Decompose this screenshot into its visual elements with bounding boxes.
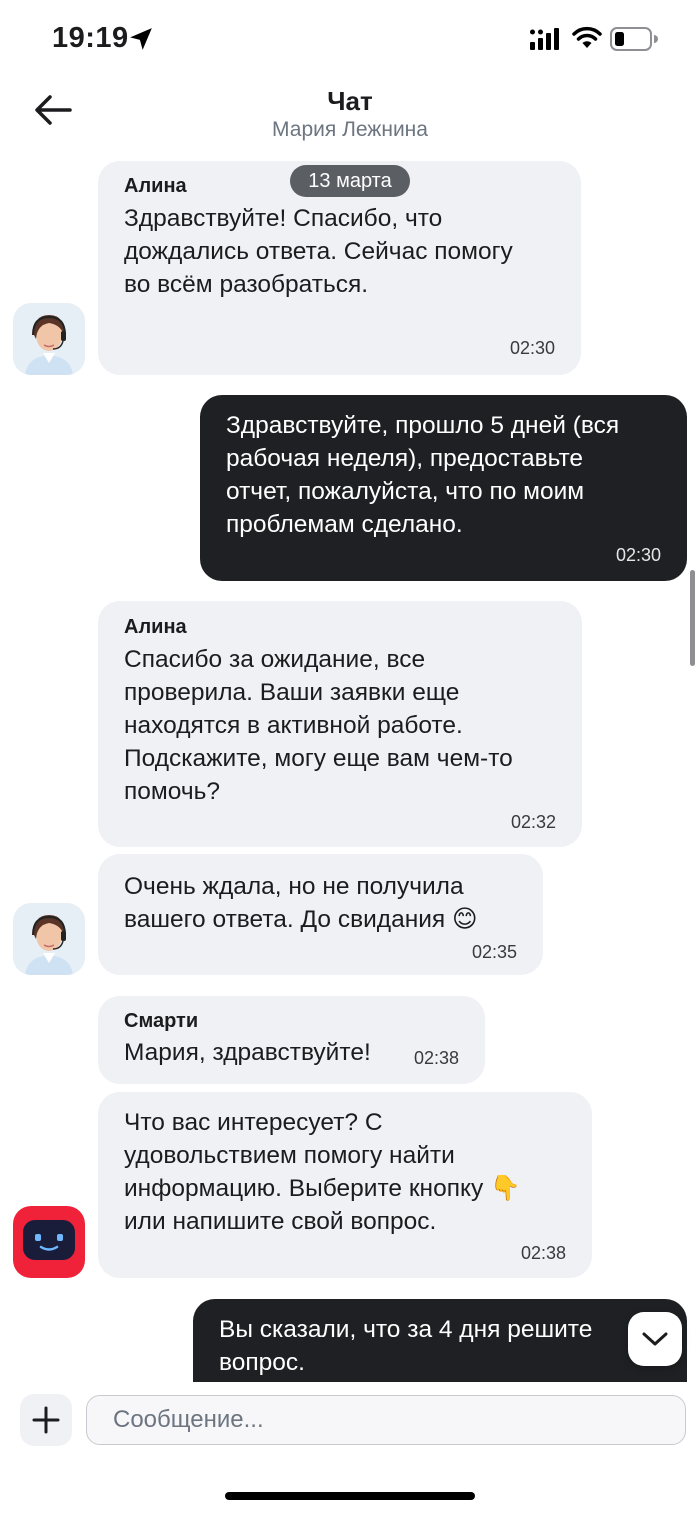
add-attachment-button[interactable]: [20, 1394, 72, 1446]
message-outgoing: Здравствуйте, прошло 5 дней (вся рабочая…: [200, 395, 687, 581]
message-time: 02:30: [615, 545, 661, 565]
message-text: Здравствуйте! Спасибо, что дождались отв…: [124, 205, 513, 298]
message-text: Спасибо за ожидание, все проверила. Ваши…: [124, 646, 513, 805]
cellular-signal-icon: [530, 28, 559, 50]
chevron-down-icon: [642, 1332, 668, 1346]
message-time: 02:30: [509, 338, 555, 358]
bot-avatar: [13, 1206, 85, 1278]
message-text: Здравствуйте, прошло 5 дней (вся рабочая…: [226, 412, 620, 538]
composer: [0, 1382, 700, 1514]
scroll-down-button[interactable]: [628, 1312, 682, 1366]
wifi-icon: [572, 26, 602, 48]
message-incoming: Очень ждала, но не получила вашего ответ…: [98, 854, 543, 975]
message-sender: Смарти: [124, 1010, 199, 1032]
message-text: Что вас интересует? С удовольствием помо…: [124, 1109, 521, 1235]
message-time: 02:32: [510, 812, 556, 832]
message-text: Вы сказали, что за 4 дня решите вопрос.: [219, 1316, 593, 1376]
message-incoming: Что вас интересует? С удовольствием помо…: [98, 1092, 592, 1278]
message-input[interactable]: [86, 1395, 686, 1445]
status-time: 19:19: [52, 22, 129, 54]
message-text: Мария, здравствуйте!: [124, 1039, 371, 1066]
plus-icon: [32, 1406, 60, 1434]
message-incoming: Алина Спасибо за ожидание, все проверила…: [98, 601, 582, 847]
date-pill: 13 марта: [290, 165, 410, 197]
scroll-indicator[interactable]: [690, 570, 695, 666]
message-text: Очень ждала, но не получила вашего ответ…: [124, 873, 478, 933]
location-arrow-icon: [130, 28, 152, 50]
message-sender: Алина: [124, 616, 187, 638]
chat-messages[interactable]: Алина Здравствуйте! Спасибо, что дождали…: [0, 150, 700, 1382]
message-sender: Алина: [124, 175, 187, 197]
message-time: 02:38: [520, 1243, 566, 1263]
page-title: Чат: [327, 86, 373, 116]
chat-header: Чат Мария Лежнина: [0, 80, 700, 150]
message-time: 02:38: [413, 1048, 459, 1068]
message-outgoing: Вы сказали, что за 4 дня решите вопрос.: [193, 1299, 687, 1382]
message-incoming: Смарти Мария, здравствуйте! 02:38: [98, 996, 485, 1084]
message-time: 02:35: [471, 942, 517, 962]
home-indicator: [225, 1492, 475, 1500]
agent-avatar: [13, 903, 85, 975]
status-bar: 19:19: [0, 0, 700, 80]
agent-avatar: [13, 303, 85, 375]
page-subtitle: Мария Лежнина: [272, 118, 428, 141]
battery-icon: [610, 27, 658, 51]
